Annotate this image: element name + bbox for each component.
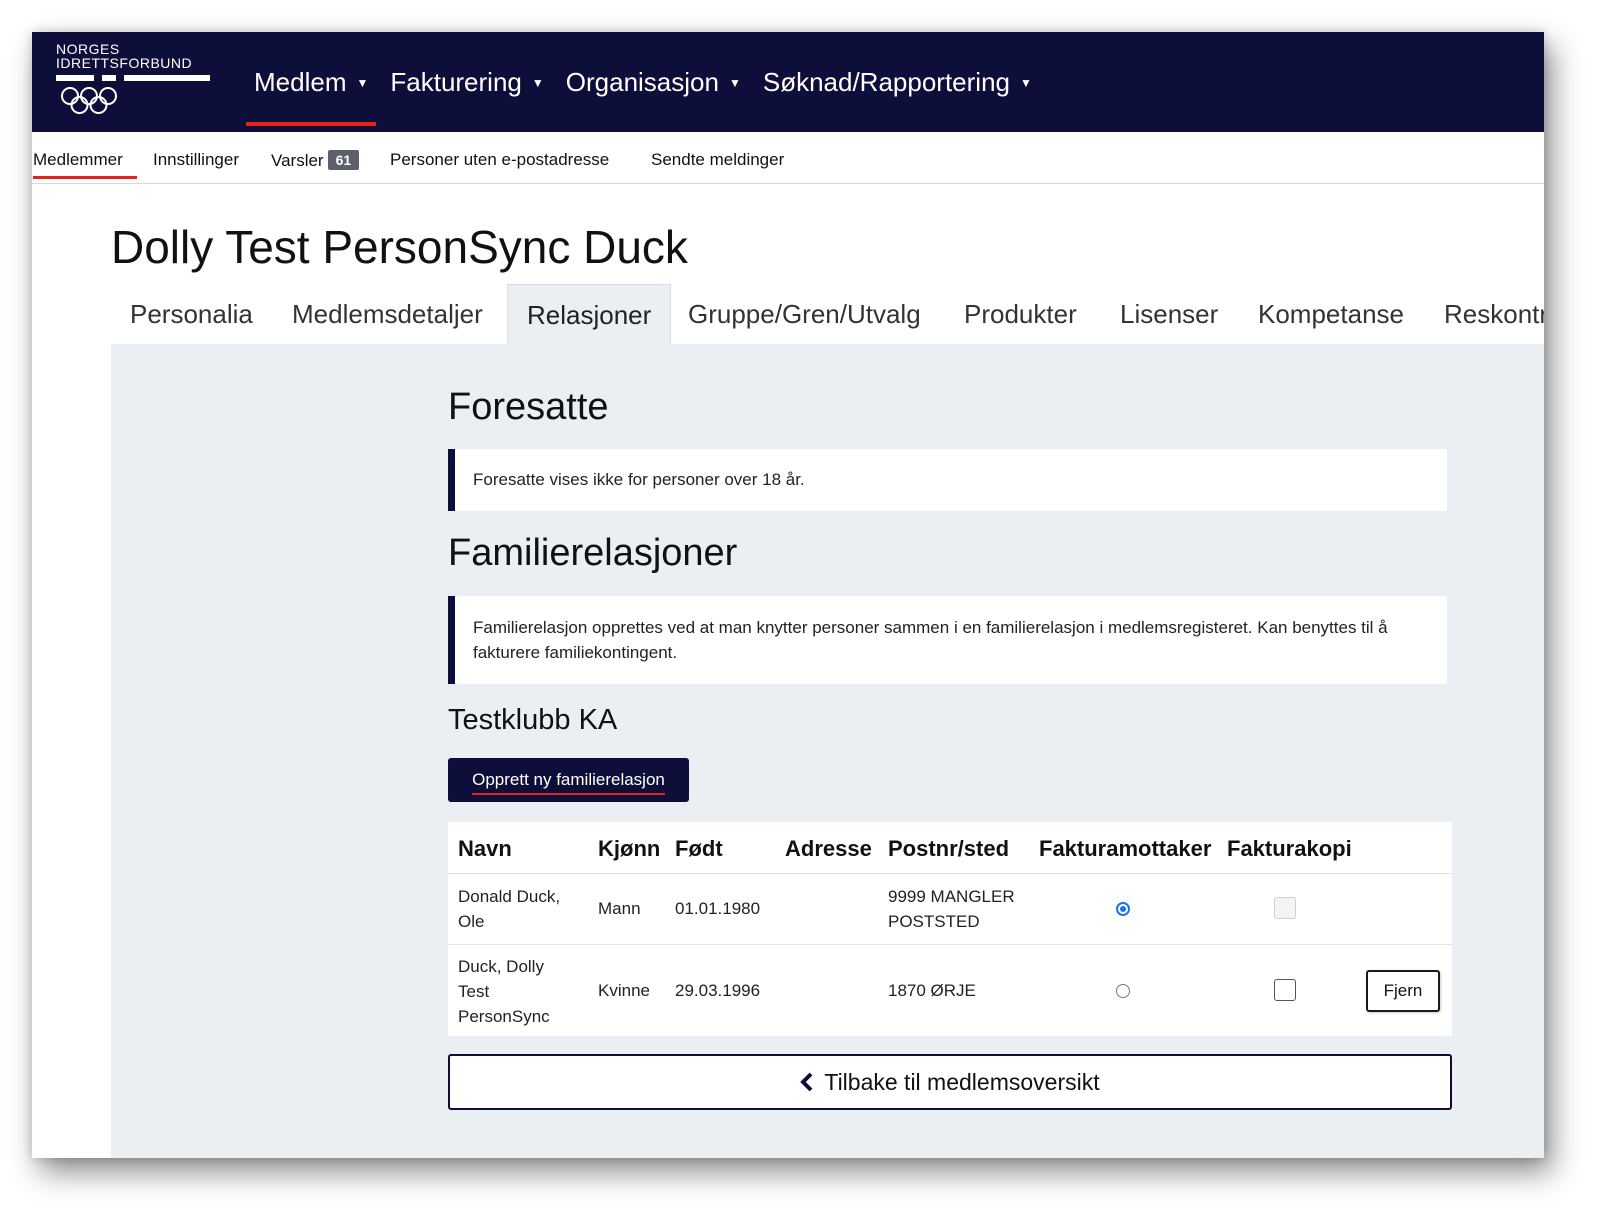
main-nav-fakturering[interactable]: Fakturering ▼	[378, 52, 553, 112]
relations-panel: Foresatte Foresatte vises ikke for perso…	[111, 344, 1544, 1158]
subnav-settings[interactable]: Innstillinger	[153, 150, 239, 170]
tab-produkter[interactable]: Produkter	[945, 284, 1096, 344]
header-address: Adresse	[785, 836, 872, 861]
alerts-count-badge: 61	[327, 150, 360, 170]
caret-down-icon: ▼	[1020, 76, 1032, 90]
back-button-label: Tilbake til medlemsoversikt	[824, 1068, 1100, 1095]
main-nav-medlem[interactable]: Medlem ▼	[242, 52, 378, 126]
table-row: Donald Duck, Ole Mann 01.01.1980 9999 MA…	[448, 874, 1452, 945]
back-to-members-button[interactable]: Tilbake til medlemsoversikt	[448, 1054, 1452, 1110]
subnav-no-email[interactable]: Personer uten e-postadresse	[390, 150, 609, 170]
club-title: Testklubb KA	[448, 704, 618, 736]
cell-born: 29.03.1996	[675, 981, 761, 1000]
table-header: Navn Kjønn Født Adresse Postnr/sted Fakt…	[448, 822, 1452, 874]
main-nav-label: Fakturering	[390, 66, 522, 97]
invoice-copy-checkbox[interactable]	[1274, 979, 1296, 1001]
header-invoice-recipient: Fakturamottaker	[1039, 836, 1212, 861]
main-nav-label: Organisasjon	[565, 66, 719, 97]
table-row: Duck, Dolly Test PersonSync Kvinne 29.03…	[448, 945, 1452, 1036]
remove-button[interactable]: Fjern	[1366, 970, 1440, 1012]
invoice-recipient-radio[interactable]	[1116, 902, 1130, 916]
tab-lisenser[interactable]: Lisenser	[1101, 284, 1237, 344]
header-name: Navn	[458, 836, 512, 861]
caret-down-icon: ▼	[356, 76, 369, 90]
tab-personalia[interactable]: Personalia	[111, 284, 272, 344]
create-family-relation-button[interactable]: Opprett ny familierelasjon	[448, 758, 689, 802]
header-born: Født	[675, 836, 723, 861]
logo-text-line1: NORGES	[56, 41, 120, 57]
cell-gender: Mann	[598, 899, 641, 918]
header-gender: Kjønn	[598, 836, 661, 861]
subnav-alerts-label: Varsler	[271, 151, 324, 170]
logo-bars-icon	[56, 75, 210, 81]
invoice-recipient-radio[interactable]	[1116, 984, 1130, 998]
tab-kompetanse[interactable]: Kompetanse	[1239, 284, 1423, 344]
main-nav-label: Medlem	[254, 66, 347, 97]
tab-gruppe-gren-utvalg[interactable]: Gruppe/Gren/Utvalg	[669, 284, 940, 344]
cell-gender: Kvinne	[598, 981, 650, 1000]
cell-postal: 9999 MANGLER POSTSTED	[888, 887, 1015, 931]
guardians-title: Foresatte	[448, 386, 609, 428]
tab-relasjoner[interactable]: Relasjoner	[507, 284, 672, 345]
invoice-copy-checkbox[interactable]	[1274, 897, 1296, 919]
subnav-members[interactable]: Medlemmer	[33, 150, 137, 179]
main-nav: Medlem ▼ Fakturering ▼ Organisasjon ▼ Søkna…	[242, 32, 1042, 132]
guardians-info: Foresatte vises ikke for personer over 1…	[448, 449, 1447, 511]
family-table: Navn Kjønn Født Adresse Postnr/sted Fakt…	[448, 822, 1452, 1036]
nif-logo[interactable]: NORGES IDRETTSFORBUND	[56, 42, 216, 122]
member-tabs: Personalia Medlemsdetaljer Relasjoner Gr…	[111, 284, 1544, 345]
cell-postal: 1870 ØRJE	[888, 981, 976, 1000]
sub-nav: Medlemmer Innstillinger Varsler 61 Person…	[32, 132, 1544, 184]
tab-medlemsdetaljer[interactable]: Medlemsdetaljer	[273, 284, 502, 344]
header-postal: Postnr/sted	[888, 836, 1010, 861]
caret-down-icon: ▼	[531, 76, 544, 90]
main-nav-soknad-rapportering[interactable]: Søknad/Rapportering ▼	[751, 52, 1042, 112]
olympic-rings-icon	[61, 87, 117, 114]
header-invoice-copy: Fakturakopi	[1227, 836, 1352, 861]
create-family-relation-label: Opprett ny familierelasjon	[472, 770, 665, 795]
cell-name: Duck, Dolly Test PersonSync	[458, 957, 550, 1026]
app-window: NORGES IDRETTSFORBUND Medlem ▼ Faktureri…	[32, 32, 1544, 1158]
main-nav-label: Søknad/Rapportering	[762, 66, 1010, 97]
chevron-left-icon	[800, 1072, 813, 1092]
subnav-alerts[interactable]: Varsler 61	[271, 150, 360, 171]
cell-born: 01.01.1980	[675, 899, 761, 918]
caret-down-icon: ▼	[728, 76, 741, 90]
main-nav-organisasjon[interactable]: Organisasjon ▼	[554, 52, 751, 112]
page-title: Dolly Test PersonSync Duck	[111, 221, 688, 273]
cell-name: Donald Duck, Ole	[458, 887, 561, 931]
top-navbar: NORGES IDRETTSFORBUND Medlem ▼ Faktureri…	[32, 32, 1544, 132]
family-title: Familierelasjoner	[448, 532, 738, 574]
tab-reskontro[interactable]: Reskontro	[1425, 284, 1544, 344]
subnav-sent-messages[interactable]: Sendte meldinger	[651, 150, 784, 170]
family-info: Familierelasjon opprettes ved at man kny…	[448, 596, 1447, 684]
logo-text-line2: IDRETTSFORBUND	[56, 55, 193, 71]
